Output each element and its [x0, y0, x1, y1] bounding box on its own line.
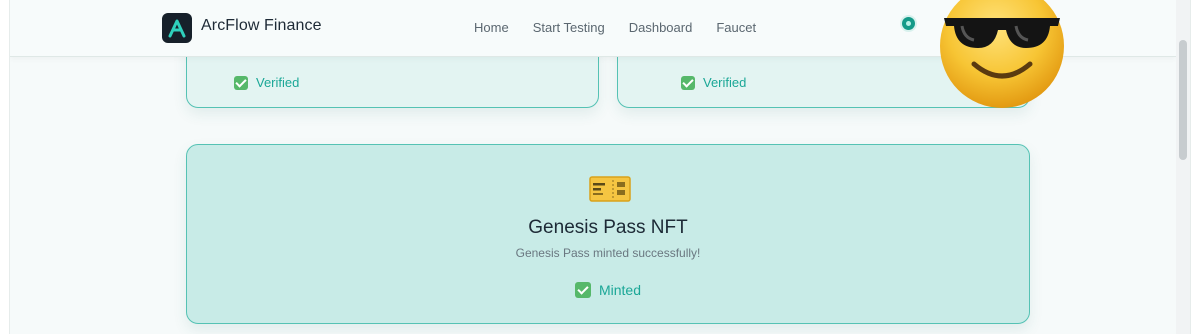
window-right-edge [1190, 0, 1200, 334]
arcflow-logo-icon[interactable] [162, 13, 192, 43]
network-status-icon[interactable] [902, 17, 915, 30]
check-mark-icon [574, 282, 591, 298]
page-scrollbar[interactable] [1176, 0, 1190, 334]
brand-name[interactable]: ArcFlow Finance [201, 17, 322, 35]
minted-status: Minted [187, 282, 1029, 298]
main-nav: Home Start Testing Dashboard Faucet [474, 20, 756, 35]
nav-home[interactable]: Home [474, 20, 509, 35]
nav-dashboard[interactable]: Dashboard [629, 20, 693, 35]
nav-faucet[interactable]: Faucet [716, 20, 756, 35]
sunglasses-emoji-icon [940, 0, 1064, 108]
verified-label: Verified [256, 75, 300, 90]
nft-title: Genesis Pass NFT [528, 217, 688, 238]
ticket-card-icon [589, 176, 631, 202]
scrollbar-thumb[interactable] [1179, 40, 1187, 160]
verified-label: Verified [703, 75, 747, 90]
verified-status: Verified [234, 75, 299, 90]
check-mark-icon [681, 75, 695, 90]
verified-status: Verified [681, 75, 746, 90]
nav-start-testing[interactable]: Start Testing [533, 20, 605, 35]
minted-label: Minted [598, 282, 642, 298]
window-left-edge [0, 0, 10, 334]
check-mark-icon [234, 75, 248, 90]
genesis-pass-card: Genesis Pass NFT Genesis Pass minted suc… [186, 144, 1030, 324]
nft-description: Genesis Pass minted successfully! [515, 246, 701, 260]
